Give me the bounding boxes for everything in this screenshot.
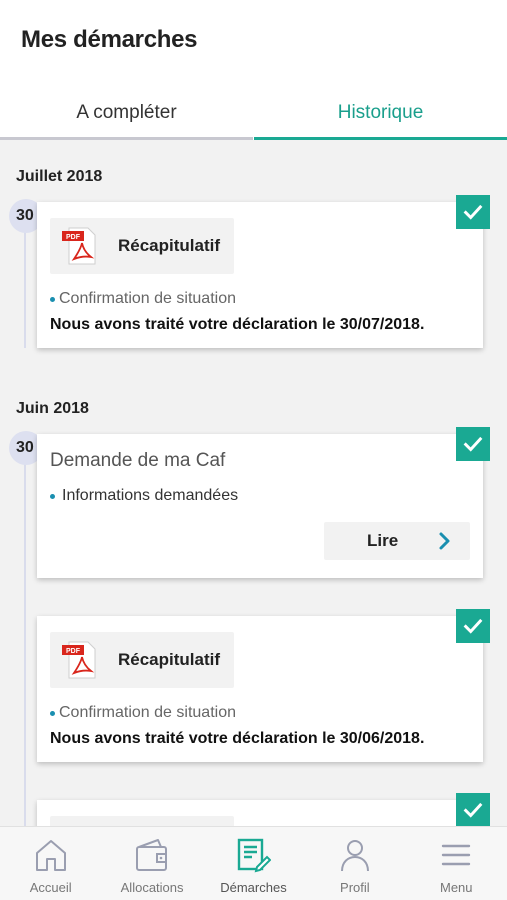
nav-label: Profil (340, 880, 370, 895)
nav-label: Menu (439, 880, 473, 895)
check-icon (456, 609, 490, 643)
wallet-icon (136, 839, 168, 871)
history-timeline[interactable]: Juillet 2018 30 PDF Récapitulatif Confir… (0, 140, 507, 826)
chevron-right-icon (439, 532, 450, 550)
home-icon (35, 840, 66, 871)
nav-profil[interactable]: Profil (304, 827, 405, 900)
svg-text:PDF: PDF (66, 648, 81, 655)
status-bullet: Confirmation de situation (50, 290, 236, 308)
pdf-icon: PDF (60, 226, 100, 266)
bullet-dot (50, 493, 55, 499)
history-card: PDF Récapitulatif Confirmation de situat… (37, 609, 490, 762)
status-bullet: Confirmation de situation (50, 704, 236, 722)
read-button[interactable]: Lire (324, 522, 470, 560)
tab-bar: A compléter Historique (0, 88, 507, 140)
nav-menu[interactable]: Menu (406, 827, 507, 900)
check-icon (456, 427, 490, 461)
user-icon (340, 840, 369, 872)
nav-label: Accueil (29, 880, 72, 895)
tab-a-completer[interactable]: A compléter (0, 88, 253, 140)
nav-demarches[interactable]: Démarches (203, 827, 304, 900)
app-header: Mes démarches A compléter Historique (0, 0, 507, 140)
menu-icon (442, 844, 471, 866)
nav-label: Démarches (220, 880, 287, 895)
doc-label: Récapitulatif (118, 650, 221, 669)
request-title: Demande de ma Caf (50, 450, 226, 471)
bottom-navigation: Accueil Allocations Démarches Profil Men… (0, 826, 507, 900)
status-message: Nous avons traité votre déclaration le 3… (50, 316, 425, 333)
recap-document-button[interactable]: PDF Récapitulatif (50, 632, 234, 688)
nav-accueil[interactable]: Accueil (0, 827, 101, 900)
status-message: Nous avons traité votre déclaration le 3… (50, 730, 425, 747)
doc-label: Récapitulatif (118, 236, 221, 255)
recap-document-button[interactable]: PDF Récapitulatif (50, 218, 234, 274)
check-icon (456, 793, 490, 826)
page-title: Mes démarches (21, 26, 198, 53)
nav-allocations[interactable]: Allocations (101, 827, 202, 900)
bullet-dot (50, 710, 55, 716)
status-bullet: Informations demandées (50, 487, 238, 505)
tab-historique[interactable]: Historique (254, 88, 507, 140)
bullet-text: Confirmation de situation (59, 704, 236, 721)
svg-text:PDF: PDF (66, 234, 81, 241)
history-card-partial (37, 793, 490, 826)
bullet-text: Informations demandées (62, 487, 239, 504)
pdf-icon: PDF (60, 640, 100, 680)
read-button-label: Lire (367, 531, 399, 550)
document-edit-icon (238, 838, 272, 873)
timeline-line (24, 432, 26, 826)
month-heading: Juin 2018 (16, 400, 89, 417)
check-icon (456, 195, 490, 229)
recap-document-button[interactable] (50, 816, 234, 826)
bullet-text: Confirmation de situation (59, 290, 236, 307)
history-card: PDF Récapitulatif Confirmation de situat… (37, 195, 490, 348)
nav-label: Allocations (120, 880, 184, 895)
request-card: Demande de ma Caf Informations demandées… (37, 427, 490, 578)
bullet-dot (50, 296, 55, 302)
month-heading: Juillet 2018 (16, 168, 103, 185)
